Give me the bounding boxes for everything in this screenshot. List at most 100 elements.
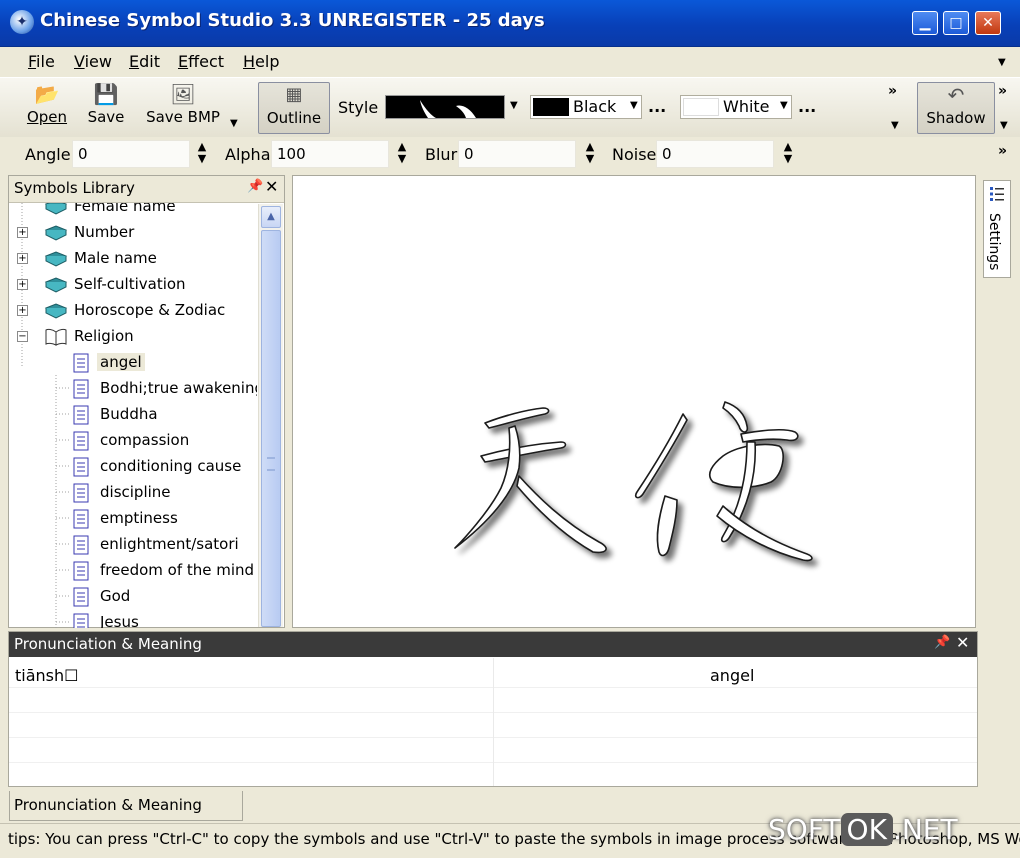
expand-icon[interactable]: + xyxy=(17,227,28,238)
menu-help[interactable]: Help xyxy=(243,52,279,71)
library-scrollbar[interactable]: ▲ xyxy=(258,204,283,627)
save-icon: 💾 xyxy=(93,82,119,106)
scroll-up-icon[interactable]: ▲ xyxy=(261,206,281,228)
menu-overflow-dropdown-icon[interactable]: ▼ xyxy=(998,57,1006,68)
tree-category-horoscope[interactable]: + Horoscope & Zodiac xyxy=(9,298,257,324)
tree-category-female-name[interactable]: Female name xyxy=(9,203,257,220)
maximize-button[interactable]: □ xyxy=(943,11,969,35)
settings-side-tab[interactable]: Settings xyxy=(983,180,1011,278)
fill-color-swatch xyxy=(533,98,569,116)
doc-icon xyxy=(73,535,89,555)
save-button[interactable]: 💾 Save xyxy=(82,82,130,134)
tree-item-enlightment[interactable]: enlightment/satori xyxy=(9,532,257,558)
tree-item-jesus[interactable]: Jesus xyxy=(9,610,257,628)
tree-category-label: Male name xyxy=(74,249,157,267)
angle-spin-icon[interactable]: ▲ ▼ xyxy=(195,141,209,165)
doc-icon xyxy=(73,561,89,581)
background-color-select[interactable]: White xyxy=(680,95,792,119)
tab-pronunciation[interactable]: Pronunciation & Meaning xyxy=(9,791,243,821)
params-chevron-icon[interactable]: » xyxy=(998,143,1007,159)
tree-item-conditioning-cause[interactable]: conditioning cause xyxy=(9,454,257,480)
menu-view[interactable]: View xyxy=(74,52,112,71)
tree-item-buddha[interactable]: Buddha xyxy=(9,402,257,428)
fill-color-more-button[interactable]: ... xyxy=(648,97,666,116)
background-color-more-button[interactable]: ... xyxy=(798,97,816,116)
watermark: SOFT OK .NET xyxy=(768,813,958,846)
app-icon[interactable]: ✦ xyxy=(10,10,34,34)
background-color-dropdown-icon[interactable]: ▼ xyxy=(780,100,788,111)
doc-icon xyxy=(73,405,89,425)
tree-item-bodhi[interactable]: Bodhi;true awakening xyxy=(9,376,257,402)
tree-category-number[interactable]: + Number xyxy=(9,220,257,246)
scroll-grip-icon xyxy=(267,457,275,471)
noise-spin-icon[interactable]: ▲ ▼ xyxy=(781,141,795,165)
outline-button[interactable]: ▦ Outline xyxy=(258,82,330,134)
tree-item-label: Bodhi;true awakening xyxy=(100,379,257,397)
tree-category-religion[interactable]: − Religion xyxy=(9,324,257,350)
noise-label: Noise xyxy=(612,145,657,164)
style-selector[interactable] xyxy=(385,95,505,119)
style-dropdown-icon[interactable]: ▼ xyxy=(510,100,518,111)
outline-label: Outline xyxy=(266,109,322,127)
menu-edit[interactable]: Edit xyxy=(129,52,160,71)
title-bar[interactable]: ✦ Chinese Symbol Studio 3.3 UNREGISTER -… xyxy=(0,0,1020,47)
toolbar2-dropdown-icon[interactable]: ▼ xyxy=(1000,120,1008,131)
tree-item-god[interactable]: God xyxy=(9,584,257,610)
alpha-spin-icon[interactable]: ▲ ▼ xyxy=(395,141,409,165)
blur-spin-icon[interactable]: ▲ ▼ xyxy=(583,141,597,165)
fill-color-dropdown-icon[interactable]: ▼ xyxy=(630,100,638,111)
pin-icon[interactable]: 📌 xyxy=(934,635,950,650)
tree-item-discipline[interactable]: discipline xyxy=(9,480,257,506)
tree-item-freedom[interactable]: freedom of the mind xyxy=(9,558,257,584)
toolbar2-chevron-icon[interactable]: » xyxy=(998,83,1007,99)
alpha-input[interactable]: 100 xyxy=(271,140,389,168)
pinyin-cell[interactable]: tiānsh☐ xyxy=(15,666,78,685)
menu-effect[interactable]: Effect xyxy=(178,52,224,71)
tree-item-label: Buddha xyxy=(100,405,158,423)
expand-icon[interactable]: + xyxy=(17,305,28,316)
minimize-button[interactable]: ▁ xyxy=(912,11,938,35)
symbols-library-title: Symbols Library xyxy=(14,179,135,197)
book-icon xyxy=(44,303,68,319)
menu-file[interactable]: File xyxy=(28,52,55,71)
doc-icon xyxy=(73,509,89,529)
scroll-thumb[interactable] xyxy=(261,230,281,627)
symbol-canvas[interactable] xyxy=(292,175,976,628)
pronunciation-grid: tiānsh☐ angel xyxy=(9,658,977,786)
open-button[interactable]: 📂 Open xyxy=(22,82,72,134)
tree-category-self-cultivation[interactable]: + Self-cultivation xyxy=(9,272,257,298)
symbols-tree[interactable]: Female name + Number + Male name + Self-… xyxy=(9,203,257,628)
fill-color-select[interactable]: Black xyxy=(530,95,642,119)
toolbar-dropdown-icon[interactable]: ▼ xyxy=(891,120,899,131)
close-window-button[interactable]: ✕ xyxy=(975,11,1001,35)
tab-pronunciation-label: Pronunciation & Meaning xyxy=(14,796,202,814)
save-bmp-dropdown-icon[interactable]: ▼ xyxy=(230,118,238,129)
close-icon[interactable]: ✕ xyxy=(265,177,278,196)
doc-icon xyxy=(73,379,89,399)
pin-icon[interactable]: 📌 xyxy=(247,179,263,194)
doc-icon xyxy=(73,587,89,607)
collapse-icon[interactable]: − xyxy=(17,331,28,342)
expand-icon[interactable]: + xyxy=(17,279,28,290)
tree-item-compassion[interactable]: compassion xyxy=(9,428,257,454)
tree-item-emptiness[interactable]: emptiness xyxy=(9,506,257,532)
tree-category-male-name[interactable]: + Male name xyxy=(9,246,257,272)
expand-icon[interactable]: + xyxy=(17,253,28,264)
tree-item-label: discipline xyxy=(100,483,171,501)
open-label: Open xyxy=(26,108,68,126)
open-icon: 📂 xyxy=(34,82,60,106)
close-icon[interactable]: ✕ xyxy=(956,633,969,652)
tree-category-label: Horoscope & Zodiac xyxy=(74,301,226,319)
angle-input[interactable]: 0 xyxy=(72,140,190,168)
toolbar-chevron-icon[interactable]: » xyxy=(888,83,897,99)
save-bmp-label: Save BMP xyxy=(146,108,220,126)
book-icon xyxy=(44,225,68,241)
pronunciation-title: Pronunciation & Meaning xyxy=(14,635,202,653)
tree-item-angel[interactable]: angel xyxy=(9,350,257,376)
meaning-cell[interactable]: angel xyxy=(710,666,754,685)
save-bmp-button[interactable]: 🖼 Save BMP xyxy=(140,82,226,134)
doc-icon xyxy=(73,353,89,373)
blur-input[interactable]: 0 xyxy=(458,140,576,168)
noise-input[interactable]: 0 xyxy=(656,140,774,168)
shadow-button[interactable]: ↶ Shadow xyxy=(917,82,995,134)
